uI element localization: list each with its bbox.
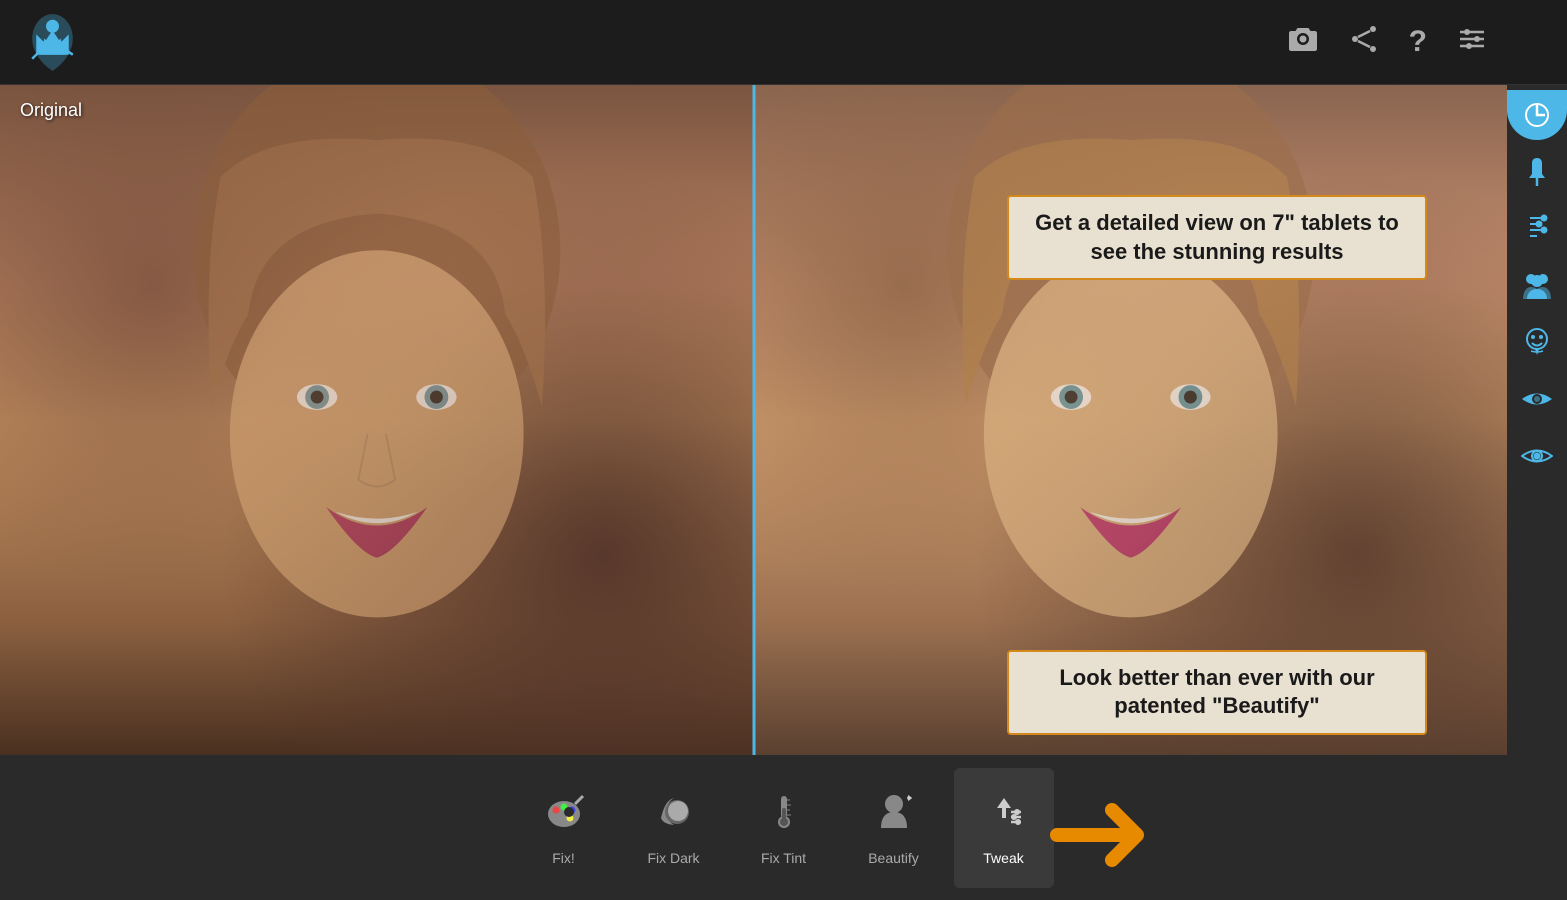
fix-tint-button[interactable]: Fix Tint [734, 768, 834, 888]
help-button[interactable]: ? [1409, 25, 1427, 59]
tooltip-top-text: Get a detailed view on 7" tablets to see… [1025, 209, 1409, 266]
right-sidebar [1507, 85, 1567, 755]
fix-tint-icon [763, 790, 805, 842]
camera-button[interactable] [1287, 23, 1319, 62]
app-logo [20, 10, 85, 75]
tooltip-beautify: Look better than ever with our patented … [1007, 650, 1427, 735]
sidebar-face-button[interactable] [1511, 316, 1563, 368]
original-label: Original [20, 100, 82, 121]
fix-button[interactable]: Fix! [514, 768, 614, 888]
sidebar-temperature-button[interactable] [1511, 202, 1563, 254]
tweak-label: Tweak [983, 850, 1023, 866]
sidebar-eye-outline-button[interactable] [1511, 430, 1563, 482]
face-left-art [0, 85, 754, 755]
sidebar-pin-button[interactable] [1511, 145, 1563, 197]
sidebar-eye-button[interactable] [1511, 373, 1563, 425]
beautify-button[interactable]: Beautify [844, 768, 944, 888]
fix-dark-icon [653, 790, 695, 842]
fix-dark-label: Fix Dark [647, 850, 699, 866]
settings-button[interactable] [1457, 24, 1487, 61]
fix-tint-label: Fix Tint [761, 850, 806, 866]
logo-area [20, 10, 120, 75]
beautify-icon [873, 790, 915, 842]
split-line [752, 85, 755, 755]
fix-label: Fix! [552, 850, 575, 866]
image-area: Original Get a detailed view on 7" table… [0, 85, 1507, 755]
header: ? [0, 0, 1567, 85]
arrow-indicator [1047, 795, 1167, 880]
share-button[interactable] [1349, 24, 1379, 61]
header-right: ? [1287, 23, 1487, 62]
tweak-icon [983, 790, 1025, 842]
tooltip-tablet-view: Get a detailed view on 7" tablets to see… [1007, 195, 1427, 280]
tweak-button[interactable]: Tweak [954, 768, 1054, 888]
sidebar-group-button[interactable] [1511, 259, 1563, 311]
bottom-toolbar: Fix! Fix Dark [0, 755, 1567, 900]
fix-dark-button[interactable]: Fix Dark [624, 768, 724, 888]
sidebar-palette-active[interactable] [1507, 90, 1567, 140]
fix-icon [543, 790, 585, 842]
tooltip-bottom-text: Look better than ever with our patented … [1025, 664, 1409, 721]
beautify-label: Beautify [868, 850, 919, 866]
main-content: Original Get a detailed view on 7" table… [0, 85, 1507, 755]
original-image [0, 85, 754, 755]
